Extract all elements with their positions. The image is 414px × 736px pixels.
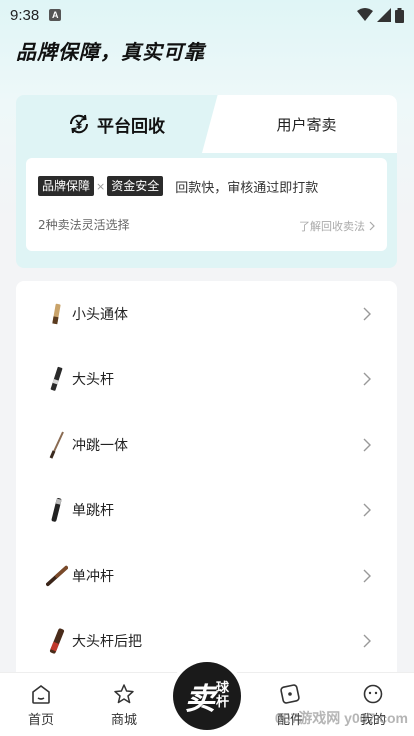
tab-platform-recycle[interactable]: 平台回收 — [16, 95, 216, 153]
tab-home-label: 首页 — [27, 713, 54, 728]
tab-platform-recycle-label: 平台回收 — [97, 116, 165, 137]
chevron-right-icon — [363, 634, 371, 648]
status-time: 9:38 — [10, 6, 40, 24]
list-item-label: 大头杆后把 — [72, 634, 142, 651]
page-title: 品牌保障，真实可靠 — [16, 40, 205, 64]
profile-icon — [363, 684, 383, 704]
list-item-label: 单冲杆 — [72, 568, 114, 585]
list-item-label: 小头通体 — [72, 306, 128, 323]
chevron-right-icon — [363, 503, 371, 517]
sell-cue-badge: 卖 球 杆 — [173, 662, 241, 730]
status-bar: 9:38 A — [0, 0, 414, 30]
list-item[interactable]: 大头杆 — [16, 347, 397, 413]
watermark: 007游戏网 y007.com — [274, 710, 408, 726]
cue-small-head-icon — [46, 300, 68, 328]
sell-cue-small-char-1: 球 — [215, 681, 229, 696]
yuan-recycle-icon — [69, 114, 89, 134]
sell-cue-big-char: 卖 — [184, 682, 215, 717]
sell-method-subtitle: 2种卖法灵活选择 — [38, 218, 130, 232]
status-icons — [357, 7, 404, 23]
list-item[interactable]: 单跳杆 — [16, 478, 397, 544]
sell-cue-small-char-2: 杆 — [215, 695, 229, 710]
tab-home[interactable]: 首页 — [6, 673, 76, 736]
tab-mall-label: 商城 — [110, 713, 137, 728]
sell-method-card: 平台回收 用户寄卖 品牌保障 × 资金安全 回款快，审核通过即打款 2种卖法灵活… — [16, 95, 397, 268]
chevron-right-icon — [363, 307, 371, 321]
list-item-label: 单跳杆 — [72, 503, 114, 520]
star-icon — [114, 684, 134, 704]
sell-cue-button[interactable]: 卖 球 杆 — [169, 658, 245, 734]
sell-cue-small-chars: 球 杆 — [216, 682, 229, 710]
home-icon — [32, 685, 50, 704]
list-item[interactable]: 单冲杆 — [16, 543, 397, 609]
sell-method-detail: 品牌保障 × 资金安全 回款快，审核通过即打款 2种卖法灵活选择 了解回收卖法 — [26, 158, 387, 251]
badge-row: 品牌保障 × 资金安全 回款快，审核通过即打款 — [38, 176, 318, 196]
chevron-right-icon — [363, 438, 371, 452]
battery-icon — [395, 7, 404, 23]
tab-mall[interactable]: 商城 — [89, 673, 159, 736]
badge-separator: × — [96, 179, 106, 193]
category-list: 小头通体 大头杆 冲跳一体 单跳杆 单冲杆 大头杆后把 — [16, 281, 397, 681]
cue-jump-break-icon — [46, 431, 68, 459]
list-item-label: 大头杆 — [72, 372, 114, 389]
chevron-right-icon — [369, 221, 375, 231]
cue-break-icon — [46, 562, 68, 590]
list-item[interactable]: 小头通体 — [16, 281, 397, 347]
wifi-icon — [357, 8, 373, 21]
chevron-right-icon — [363, 372, 371, 386]
cue-butt-icon — [46, 627, 68, 655]
cue-big-head-icon — [46, 365, 68, 393]
list-item[interactable]: 冲跳一体 — [16, 412, 397, 478]
tab-user-consign-label: 用户寄卖 — [276, 115, 337, 134]
list-item-label: 冲跳一体 — [72, 437, 128, 454]
cue-jump-icon — [46, 496, 68, 524]
badge-description: 回款快，审核通过即打款 — [175, 180, 319, 196]
notification-icon: A — [49, 9, 62, 21]
learn-recycle-link[interactable]: 了解回收卖法 — [299, 218, 375, 234]
chevron-right-icon — [363, 569, 371, 583]
learn-recycle-link-label: 了解回收卖法 — [299, 220, 365, 233]
badge-brand-guarantee: 品牌保障 — [38, 176, 95, 196]
tab-user-consign[interactable]: 用户寄卖 — [202, 95, 397, 153]
badge-fund-safety: 资金安全 — [107, 176, 164, 196]
signal-icon — [377, 8, 391, 22]
dice-icon — [280, 684, 300, 704]
